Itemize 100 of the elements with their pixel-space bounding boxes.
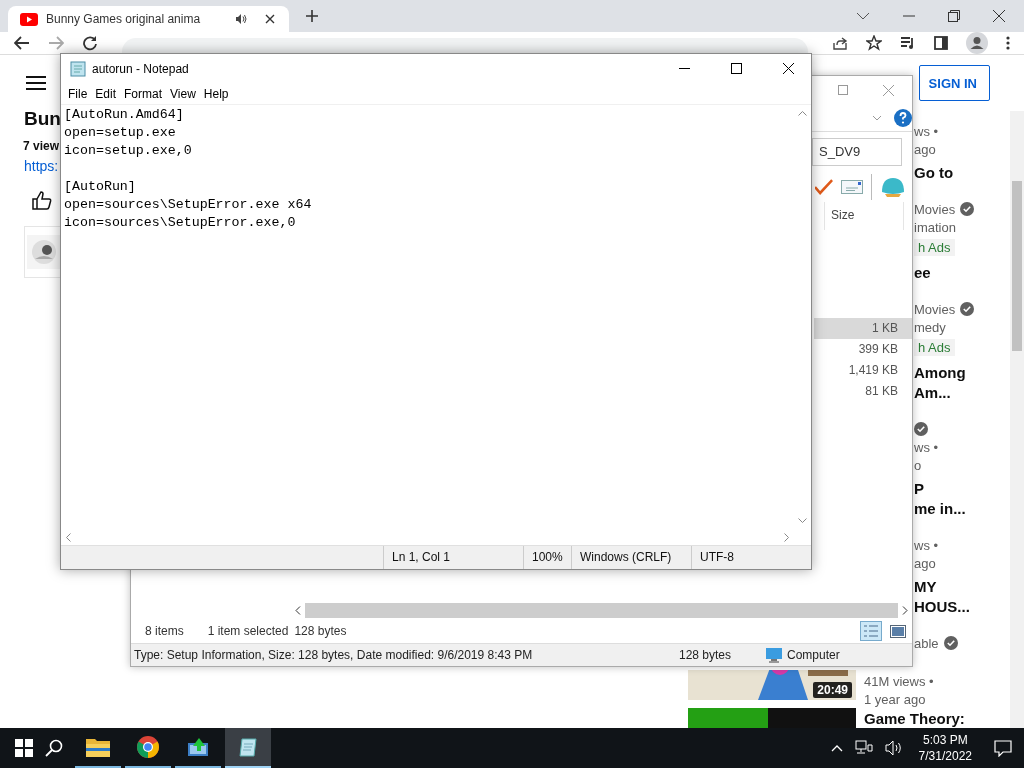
network-icon[interactable]	[854, 740, 873, 756]
menu-item[interactable]: Edit	[94, 86, 124, 101]
video-title: Am...	[914, 383, 951, 401]
close-icon[interactable]	[993, 10, 1005, 22]
close-icon[interactable]	[265, 14, 275, 24]
video-meta: ws •	[914, 439, 939, 455]
file-row[interactable]: 1,419 KB	[814, 360, 912, 381]
tab-title: Bunny Games original anima	[46, 12, 202, 26]
video-title: Bun	[24, 108, 61, 130]
video-meta: o	[914, 457, 922, 473]
ads-badge: h Ads	[914, 238, 955, 256]
chevron-down-icon[interactable]	[872, 114, 882, 121]
clock-time[interactable]: 5:03 PM	[922, 732, 968, 748]
scroll-up-icon[interactable]	[798, 111, 807, 116]
scroll-right-icon[interactable]	[902, 606, 908, 615]
cursor-position: Ln 1, Col 1	[383, 546, 523, 569]
menu-item[interactable]: View	[169, 86, 203, 101]
zoom-level: 100%	[523, 546, 571, 569]
computer-icon	[766, 647, 782, 663]
restore-icon[interactable]	[948, 10, 960, 22]
volume-icon[interactable]	[884, 740, 903, 756]
ads-badge: h Ads	[914, 338, 955, 356]
menu-item[interactable]: Format	[123, 86, 170, 101]
scroll-down-icon[interactable]	[798, 518, 807, 523]
file-size: 128 bytes	[679, 648, 733, 662]
video-title: HOUS...	[914, 597, 970, 615]
window-title: autorun - Notepad	[92, 61, 189, 76]
help-icon[interactable]	[894, 108, 912, 127]
star-icon[interactable]	[866, 35, 882, 51]
checkmark-icon[interactable]	[815, 179, 833, 195]
video-meta: ago	[914, 141, 936, 157]
video-title: me in...	[914, 499, 966, 517]
scroll-left-icon[interactable]	[295, 606, 301, 615]
video-title: Among	[914, 363, 966, 381]
video-meta: able	[914, 635, 939, 651]
column-header[interactable]: Size	[824, 202, 904, 230]
preview-view-icon[interactable]	[890, 624, 906, 638]
video-title: Game Theory:	[864, 709, 965, 727]
search-field[interactable]: S_DV9	[812, 138, 902, 166]
menu-icon[interactable]	[26, 76, 46, 90]
sign-in-button[interactable]: SIGN IN	[918, 65, 990, 101]
menu-icon[interactable]	[1006, 36, 1010, 50]
file-details: Type: Setup Information, Size: 128 bytes, Date modified: 9/6/2019 8:43 PM	[134, 648, 534, 662]
chevron-down-icon[interactable]	[856, 12, 870, 20]
text-editor[interactable]: [AutoRun.Amd64] open=setup.exe icon=setup.exe,0 [AutoRun] open=sources\SetupError.exe x64 icon=sources\SetupError.exe,0	[61, 105, 794, 529]
share-icon[interactable]	[832, 35, 848, 51]
browser-tab[interactable]: Bunny Games original anima	[8, 6, 289, 32]
scroll-right-icon[interactable]	[784, 532, 789, 542]
search-icon[interactable]	[45, 739, 63, 757]
taskbar-app[interactable]	[225, 728, 271, 768]
youtube-logo-icon	[20, 12, 38, 26]
file-row[interactable]: 81 KB	[814, 381, 912, 402]
video-meta: imation	[914, 219, 956, 235]
media-icon[interactable]	[900, 36, 916, 50]
side-panel-icon[interactable]	[934, 36, 948, 50]
notification-icon[interactable]	[994, 739, 1012, 757]
menu-item[interactable]: Help	[202, 86, 236, 101]
chevron-up-icon[interactable]	[830, 744, 843, 752]
menu-item[interactable]: File	[67, 86, 95, 101]
line-ending: Windows (CRLF)	[571, 546, 691, 569]
close-icon[interactable]	[783, 63, 794, 74]
video-title: ee	[914, 263, 931, 281]
thumbs-up-icon[interactable]	[32, 190, 52, 210]
envelope-icon[interactable]	[841, 180, 863, 194]
scrollbar[interactable]	[1010, 111, 1024, 728]
clock-date[interactable]: 7/31/2022	[918, 748, 972, 764]
file-row[interactable]: 1 KB	[814, 318, 912, 339]
new-tab-icon[interactable]	[305, 9, 319, 23]
video-title: P	[914, 479, 924, 497]
video-meta: 41M views •	[864, 673, 934, 689]
selection-count: 1 item selected	[207, 624, 289, 638]
video-meta: medy	[914, 319, 946, 335]
notepad-icon	[70, 60, 86, 77]
reload-icon[interactable]	[82, 35, 98, 51]
view-count: 7 view	[23, 139, 60, 153]
video-meta: ws •	[914, 123, 939, 139]
maximize-icon[interactable]	[731, 63, 742, 74]
speaker-icon[interactable]	[235, 13, 247, 25]
video-meta: 1 year ago	[864, 691, 926, 707]
selection-size: 128 bytes	[294, 624, 347, 638]
video-title: Go to	[914, 163, 954, 181]
video-title: MY	[914, 577, 937, 595]
video-meta: Movies	[914, 301, 956, 317]
scroll-left-icon[interactable]	[66, 532, 71, 542]
folder-icon	[86, 737, 110, 757]
video-meta: ws •	[914, 537, 939, 553]
video-meta: ago	[914, 555, 936, 571]
installer-icon	[187, 737, 209, 757]
encoding: UTF-8	[691, 546, 811, 569]
back-icon[interactable]	[14, 36, 30, 50]
item-count: 8 items	[145, 624, 184, 638]
description-link[interactable]: https:	[24, 158, 59, 174]
location-label: Computer	[787, 648, 840, 662]
profile-icon[interactable]	[966, 32, 988, 54]
video-meta: Movies	[914, 201, 956, 217]
notepad-icon	[237, 736, 259, 758]
chrome-icon	[137, 736, 159, 758]
duration-label: 20:49	[813, 682, 852, 698]
start-icon[interactable]	[15, 739, 33, 757]
file-row[interactable]: 399 KB	[814, 339, 912, 360]
